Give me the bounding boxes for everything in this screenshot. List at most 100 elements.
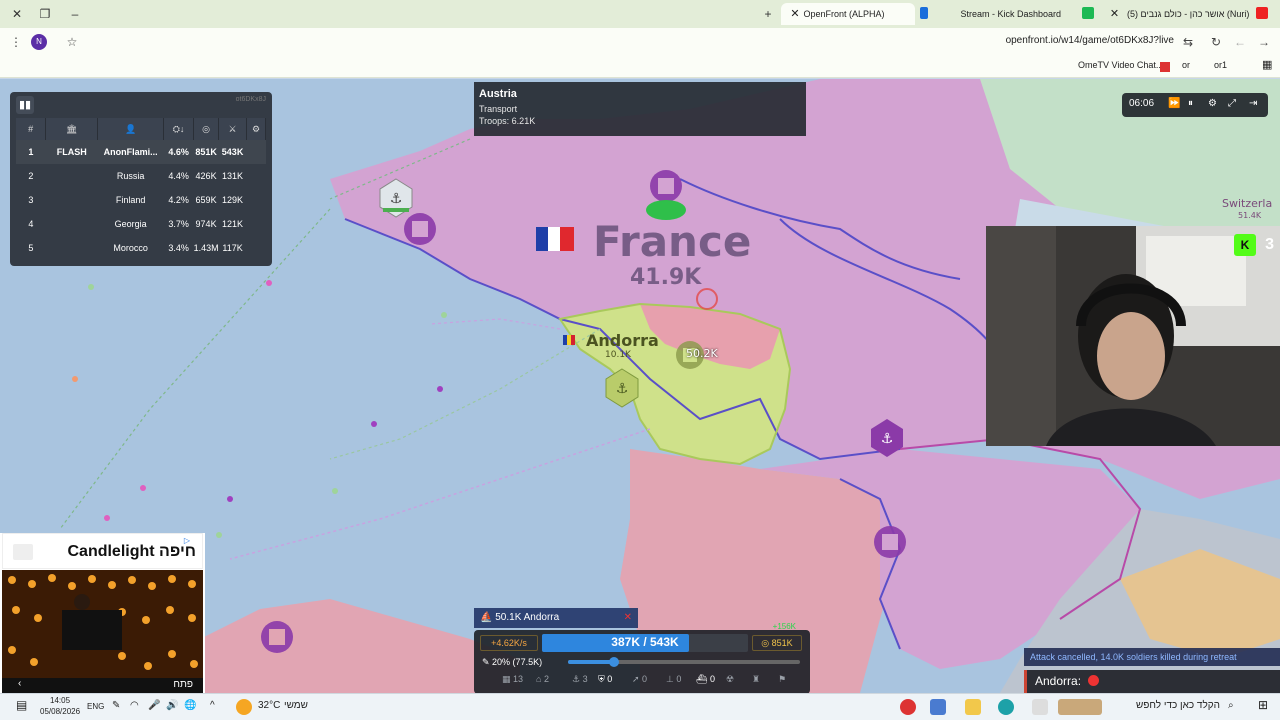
- notifications-icon[interactable]: ▤: [16, 698, 27, 712]
- close-tab-icon[interactable]: ✕: [789, 3, 801, 25]
- tab-title: (5) אושר כהן - כולם גנבים (Nuri): [1127, 9, 1250, 19]
- table-row[interactable]: 4 Georgia 3.7% 974K 121K: [16, 212, 266, 236]
- edge-icon[interactable]: [998, 699, 1014, 715]
- france-troops: 41.9K: [630, 265, 702, 290]
- pen-icon[interactable]: ✎: [112, 700, 120, 711]
- clan-header[interactable]: 🏛: [45, 118, 99, 140]
- tooltip-troops: Troops: 6.21K: [479, 116, 536, 126]
- clan-cell: [46, 164, 98, 188]
- bookmark-or[interactable]: or: [1182, 60, 1190, 70]
- missile-icon[interactable]: ➚ 0: [632, 674, 647, 685]
- table-row[interactable]: 3 Finland 4.2% 659K 129K: [16, 188, 266, 212]
- kick-logo-icon: [1082, 7, 1094, 19]
- fast-forward-icon[interactable]: ⏩: [1168, 98, 1180, 109]
- build-count: 0: [676, 674, 682, 684]
- france-label: France: [593, 217, 752, 266]
- ad-banner[interactable]: Candlelight חיפה ▷ ‹ פתח: [0, 533, 205, 693]
- bookmark-or1[interactable]: or1: [1214, 60, 1227, 70]
- url-field[interactable]: openfront.io/w14/game/ot6DKx8J?live: [1006, 35, 1174, 46]
- minimize-window-icon[interactable]: –: [66, 5, 84, 23]
- warship-icon[interactable]: ⛴ 0: [696, 674, 715, 685]
- player-cell: Morocco: [113, 243, 148, 253]
- fullscreen-icon[interactable]: ⤢: [1228, 98, 1236, 109]
- wifi-icon[interactable]: ◠: [130, 700, 139, 711]
- troops-header-icon[interactable]: ⚔: [218, 118, 248, 140]
- task-view-icon[interactable]: [1032, 699, 1048, 715]
- volume-icon[interactable]: 🔊: [166, 700, 178, 711]
- table-row[interactable]: 1 FLASH AnonFlami... 4.6% 851K 543K: [16, 140, 266, 164]
- forward-icon[interactable]: ←: [1232, 34, 1248, 50]
- port-icon[interactable]: ⚓ 3: [572, 674, 588, 685]
- land-cell: 3.4%: [168, 243, 189, 253]
- player-header[interactable]: 👤: [97, 118, 165, 140]
- tooltip-unit-type: Transport: [479, 104, 518, 114]
- new-tab-icon[interactable]: +: [759, 5, 777, 23]
- reload-icon[interactable]: ↻: [1208, 34, 1224, 50]
- tab-kick-dashboard[interactable]: Stream - Kick Dashboard: [918, 3, 1061, 25]
- ad-open-button[interactable]: פתח: [173, 679, 193, 690]
- player-cell: Georgia: [114, 219, 147, 229]
- obs-icon[interactable]: [900, 699, 916, 715]
- gmail-icon[interactable]: [1160, 62, 1170, 72]
- tab-youtube[interactable]: ✕ (5) אושר כהן - כולם גנבים (Nuri): [1078, 3, 1272, 25]
- event-label: Andorra:: [1035, 674, 1082, 688]
- cancel-attack-icon[interactable]: ✕: [624, 608, 632, 628]
- ad-choices-icon[interactable]: ▷: [184, 536, 190, 545]
- exit-icon[interactable]: ⇥: [1249, 98, 1257, 109]
- gold-cell: 851K: [193, 140, 219, 164]
- start-windows-icon[interactable]: ⊞: [1258, 698, 1268, 712]
- close-tab-icon[interactable]: ✕: [1109, 3, 1121, 25]
- menu-dots-icon[interactable]: ⋮: [8, 34, 24, 50]
- close-window-icon[interactable]: ✕: [8, 5, 26, 23]
- troop-rate: +4.62K/s: [480, 635, 538, 651]
- rank-cell: 1: [16, 140, 46, 164]
- switzerland-label: Switzerla: [1222, 197, 1273, 210]
- angry-emoji-icon: [1088, 675, 1100, 686]
- pause-icon[interactable]: ⏸: [1188, 98, 1193, 109]
- network-icon[interactable]: 🌐: [184, 700, 196, 711]
- back-icon[interactable]: →: [1256, 34, 1272, 50]
- table-row[interactable]: 2 Russia 4.4% 426K 131K: [16, 164, 266, 188]
- tab-openfront[interactable]: ✕ OpenFront (ALPHA): [781, 3, 915, 25]
- gold-header-icon[interactable]: ◎: [193, 118, 220, 140]
- table-row[interactable]: 5 Morocco 3.4% 1.43M 117K: [16, 236, 266, 260]
- profile-avatar[interactable]: N: [31, 34, 47, 50]
- land-header[interactable]: ⛭↓: [163, 118, 195, 140]
- microphone-icon[interactable]: 🎤: [148, 700, 160, 711]
- apps-grid-icon[interactable]: ▦: [1262, 58, 1272, 71]
- andorra-event[interactable]: Andorra:: [1024, 670, 1280, 693]
- search-icon[interactable]: ⌕: [1228, 700, 1234, 711]
- player-cell: Russia: [116, 171, 145, 181]
- leaderboard-toggle-icon[interactable]: ▮▮: [16, 96, 34, 114]
- search-box[interactable]: הקלד כאן כדי לחפש: [1136, 700, 1220, 711]
- chevron-up-icon[interactable]: ^: [210, 700, 215, 711]
- attack-ratio-slider[interactable]: [568, 657, 800, 667]
- sam-icon[interactable]: ⊥ 0: [666, 674, 681, 685]
- city-icon[interactable]: ▦ 13: [502, 674, 523, 685]
- browser-tab-strip: ✕ ❐ – + ✕ OpenFront (ALPHA) Stream - Kic…: [0, 0, 1280, 28]
- settings-gear-icon[interactable]: ⚙: [246, 118, 266, 140]
- ad-logo-icon: [13, 544, 33, 560]
- chrome-icon[interactable]: [930, 699, 946, 715]
- slider-handle[interactable]: [609, 657, 620, 667]
- ad-back-icon[interactable]: ‹: [18, 678, 21, 689]
- land-cell: 4.6%: [163, 140, 194, 164]
- weather-temp: 32°C: [258, 700, 281, 711]
- settings-gear-icon[interactable]: ⚙: [1208, 98, 1217, 109]
- missile-silo-icon[interactable]: ⚑: [778, 674, 786, 685]
- file-explorer-icon[interactable]: [965, 699, 981, 715]
- bookmark-star-icon[interactable]: ☆: [64, 34, 80, 50]
- defense-icon[interactable]: ⛨ 0: [598, 674, 612, 685]
- rank-cell: 3: [28, 195, 34, 205]
- mirv-icon[interactable]: ♜: [752, 674, 760, 685]
- attack-ratio-value: 20% (77.5K): [492, 657, 543, 667]
- nuke-icon[interactable]: ☢: [726, 674, 734, 685]
- bookmarks-bar: OmeTV Video Chat... or or1 ▦: [0, 56, 1280, 78]
- city-icon: [404, 213, 436, 245]
- factory-icon[interactable]: ⌂ 2: [536, 674, 549, 684]
- restore-window-icon[interactable]: ❐: [36, 5, 54, 23]
- language-indicator[interactable]: ENG: [87, 702, 104, 711]
- bookmark-ometv[interactable]: OmeTV Video Chat...: [1078, 60, 1163, 70]
- troop-count: 387K / 543K: [611, 635, 679, 649]
- translate-icon[interactable]: ⇆: [1180, 34, 1196, 50]
